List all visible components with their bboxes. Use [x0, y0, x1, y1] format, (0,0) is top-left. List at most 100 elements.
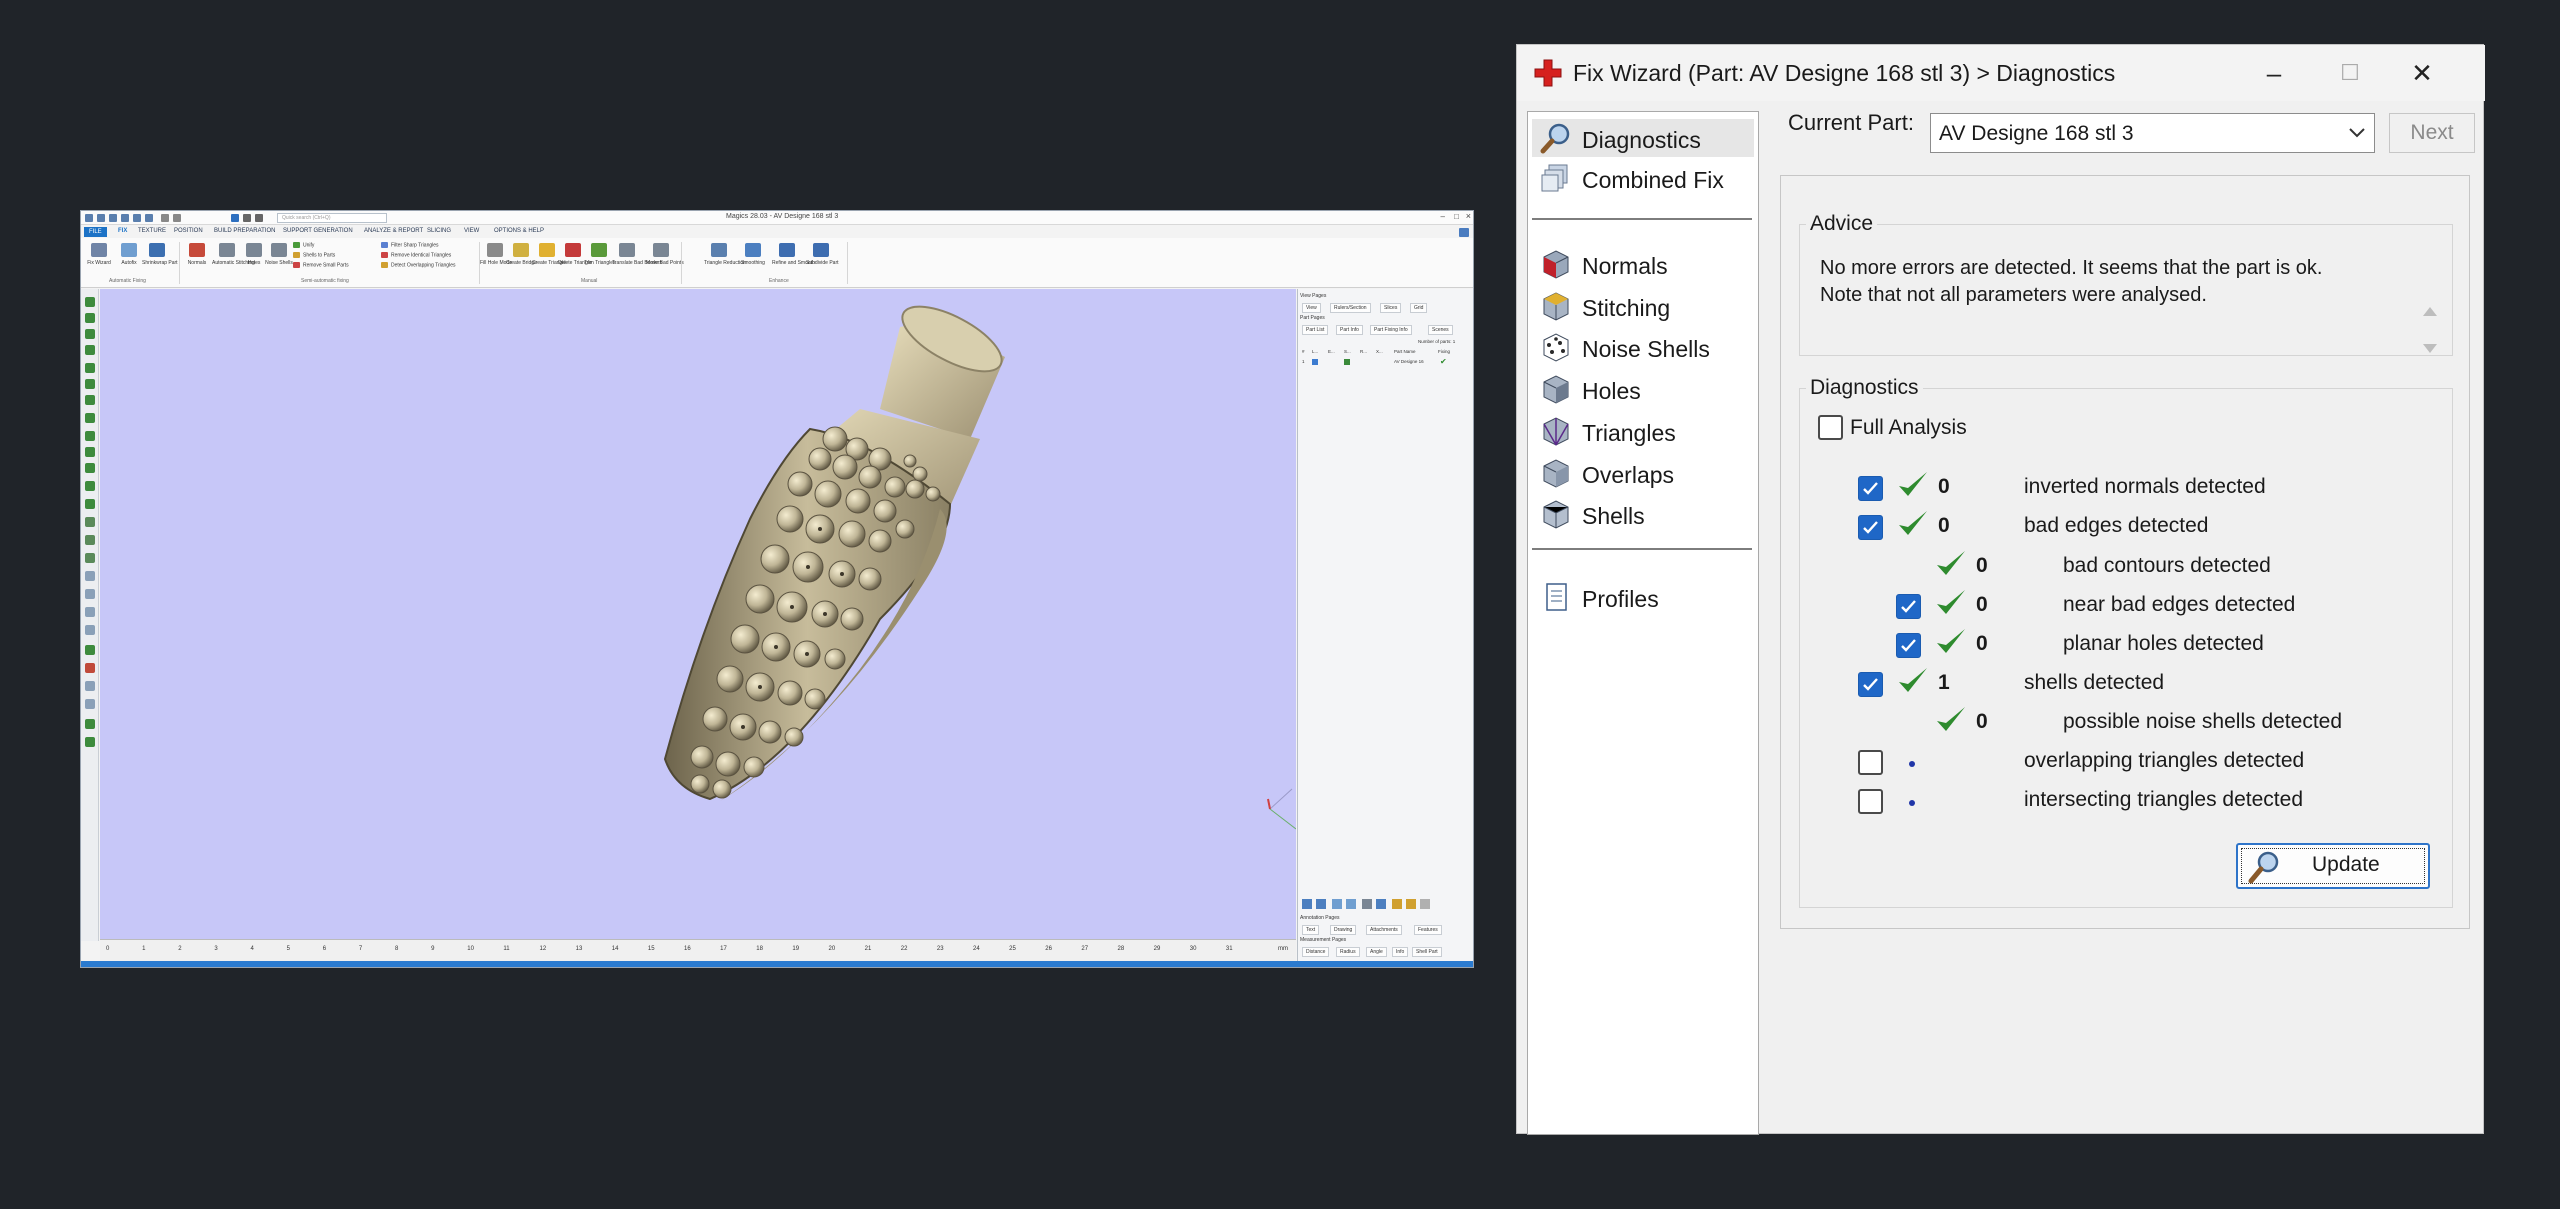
quick-search-input[interactable]: Quick search (Ctrl+Q): [277, 213, 387, 223]
tool-extra-icon[interactable]: [85, 737, 95, 747]
3d-viewport[interactable]: [100, 289, 1297, 939]
tool-zoom-icon[interactable]: [85, 329, 95, 339]
remove-small-parts-button[interactable]: Remove Small Parts: [293, 262, 349, 268]
tool-view-iso-icon[interactable]: [85, 413, 95, 423]
tab-slices[interactable]: Slices: [1380, 303, 1402, 313]
part-tool-4-icon[interactable]: [1346, 899, 1356, 909]
selection-icon[interactable]: [231, 214, 239, 222]
filter-sharp-triangles-button[interactable]: Filter Sharp Triangles: [381, 242, 439, 248]
delete-triangle-icon[interactable]: [565, 243, 581, 257]
shrinkwrap-icon[interactable]: [149, 243, 165, 257]
export-icon[interactable]: [145, 214, 153, 222]
tool-mark-triangle-icon[interactable]: [85, 571, 95, 581]
fill-hole-mode-icon[interactable]: [487, 243, 503, 257]
tab-view[interactable]: VIEW: [464, 228, 479, 234]
tool-triangle-icon[interactable]: [85, 645, 95, 655]
current-part-select[interactable]: AV Designe 168 stl 3: [1930, 113, 2375, 153]
shells-checkbox[interactable]: [1858, 672, 1883, 697]
tab-radius[interactable]: Radius: [1336, 947, 1360, 957]
translate-bad-borders-icon[interactable]: [619, 243, 635, 257]
tool-wire-icon[interactable]: [85, 447, 95, 457]
tab-slicing[interactable]: SLICING: [427, 228, 451, 234]
tab-part-info[interactable]: Part Info: [1336, 325, 1363, 335]
bad-edges-checkbox[interactable]: [1858, 515, 1883, 540]
create-triangle-icon[interactable]: [539, 243, 555, 257]
tab-info[interactable]: Info: [1392, 947, 1409, 957]
tool-select-icon[interactable]: [85, 297, 95, 307]
shells-to-parts-button[interactable]: Shells to Parts: [293, 252, 335, 258]
tab-view-page[interactable]: View: [1302, 303, 1321, 313]
detect-overlapping-triangles-button[interactable]: Detect Overlapping Triangles: [381, 262, 455, 268]
tool-section-icon[interactable]: [85, 499, 95, 509]
part-tool-2-icon[interactable]: [1316, 899, 1326, 909]
pan-icon[interactable]: [255, 214, 263, 222]
close-icon[interactable]: ✕: [2397, 55, 2447, 91]
tool-measure-icon[interactable]: [85, 517, 95, 527]
nav-combined-fix[interactable]: Combined Fix: [1532, 159, 1754, 197]
part-tool-3-icon[interactable]: [1332, 899, 1342, 909]
tool-view-front-icon[interactable]: [85, 379, 95, 389]
tool-light-icon[interactable]: [85, 481, 95, 491]
tool-view-top-icon[interactable]: [85, 363, 95, 373]
tool-pan-icon[interactable]: [85, 345, 95, 355]
tool-unmark-icon[interactable]: [85, 553, 95, 563]
nav-profiles[interactable]: Profiles: [1532, 578, 1754, 616]
tab-position[interactable]: POSITION: [174, 228, 203, 234]
nav-shells[interactable]: Shells: [1532, 495, 1754, 533]
overlapping-triangles-checkbox[interactable]: [1858, 750, 1883, 775]
nav-triangles[interactable]: Triangles: [1532, 412, 1754, 450]
part-tool-1-icon[interactable]: [1302, 899, 1312, 909]
refine-smooth-icon[interactable]: [779, 243, 795, 257]
subdivide-part-icon[interactable]: [813, 243, 829, 257]
tab-features[interactable]: Features: [1414, 925, 1442, 935]
tool-mark-surface-icon[interactable]: [85, 607, 95, 617]
scroll-down-icon[interactable]: [2420, 341, 2440, 357]
part-tool-6-icon[interactable]: [1376, 899, 1386, 909]
tab-attachments[interactable]: Attachments: [1366, 925, 1402, 935]
tab-shell-part[interactable]: Shell Part: [1412, 947, 1442, 957]
tab-build-preparation[interactable]: BUILD PREPARATION: [214, 228, 275, 234]
triangle-reduction-icon[interactable]: [711, 243, 727, 257]
zoom-icon[interactable]: [243, 214, 251, 222]
tab-support-generation[interactable]: SUPPORT GENERATION: [283, 228, 353, 234]
tab-grid[interactable]: Grid: [1410, 303, 1428, 313]
minimize-icon[interactable]: –: [1441, 212, 1445, 221]
tab-part-list[interactable]: Part List: [1302, 325, 1329, 335]
print-icon[interactable]: [133, 214, 141, 222]
nav-normals[interactable]: Normals: [1532, 245, 1754, 283]
measurement-pages-header[interactable]: Measurement Pages: [1300, 937, 1346, 943]
open-file-icon[interactable]: [97, 214, 105, 222]
tool-support-icon[interactable]: [85, 719, 95, 729]
part-tool-7-icon[interactable]: [1392, 899, 1402, 909]
part-tool-5-icon[interactable]: [1362, 899, 1372, 909]
remove-identical-triangles-button[interactable]: Remove Identical Triangles: [381, 252, 451, 258]
full-analysis-checkbox[interactable]: [1818, 415, 1843, 440]
tab-texture[interactable]: TEXTURE: [138, 228, 166, 234]
planar-holes-checkbox[interactable]: [1896, 633, 1921, 658]
tab-angle[interactable]: Angle: [1366, 947, 1387, 957]
tab-scenes[interactable]: Scenes: [1428, 325, 1453, 335]
move-bad-points-icon[interactable]: [653, 243, 669, 257]
minimize-icon[interactable]: –: [2249, 55, 2299, 91]
intersecting-triangles-checkbox[interactable]: [1858, 789, 1883, 814]
tab-file[interactable]: FILE: [84, 227, 107, 237]
new-file-icon[interactable]: [85, 214, 93, 222]
save-all-icon[interactable]: [121, 214, 129, 222]
holes-icon[interactable]: [246, 243, 262, 257]
tool-mark-shell-icon[interactable]: [85, 625, 95, 635]
tab-rulers-section[interactable]: Rulers/Section: [1330, 303, 1371, 313]
part-tool-8-icon[interactable]: [1406, 899, 1416, 909]
inverted-normals-checkbox[interactable]: [1858, 476, 1883, 501]
part-pages-header[interactable]: Part Pages: [1300, 315, 1325, 321]
update-button[interactable]: Update: [2236, 843, 2430, 889]
autofix-icon[interactable]: [121, 243, 137, 257]
redo-icon[interactable]: [173, 214, 181, 222]
maximize-icon[interactable]: ☐: [2325, 55, 2375, 91]
stitching-icon[interactable]: [219, 243, 235, 257]
tab-analyze-report[interactable]: ANALYZE & REPORT: [364, 228, 423, 234]
save-icon[interactable]: [109, 214, 117, 222]
tool-ruler-icon[interactable]: [85, 699, 95, 709]
view-pages-header[interactable]: View Pages: [1300, 293, 1326, 299]
annotation-pages-header[interactable]: Annotation Pages: [1300, 915, 1339, 921]
nav-noise-shells[interactable]: Noise Shells: [1532, 328, 1754, 366]
